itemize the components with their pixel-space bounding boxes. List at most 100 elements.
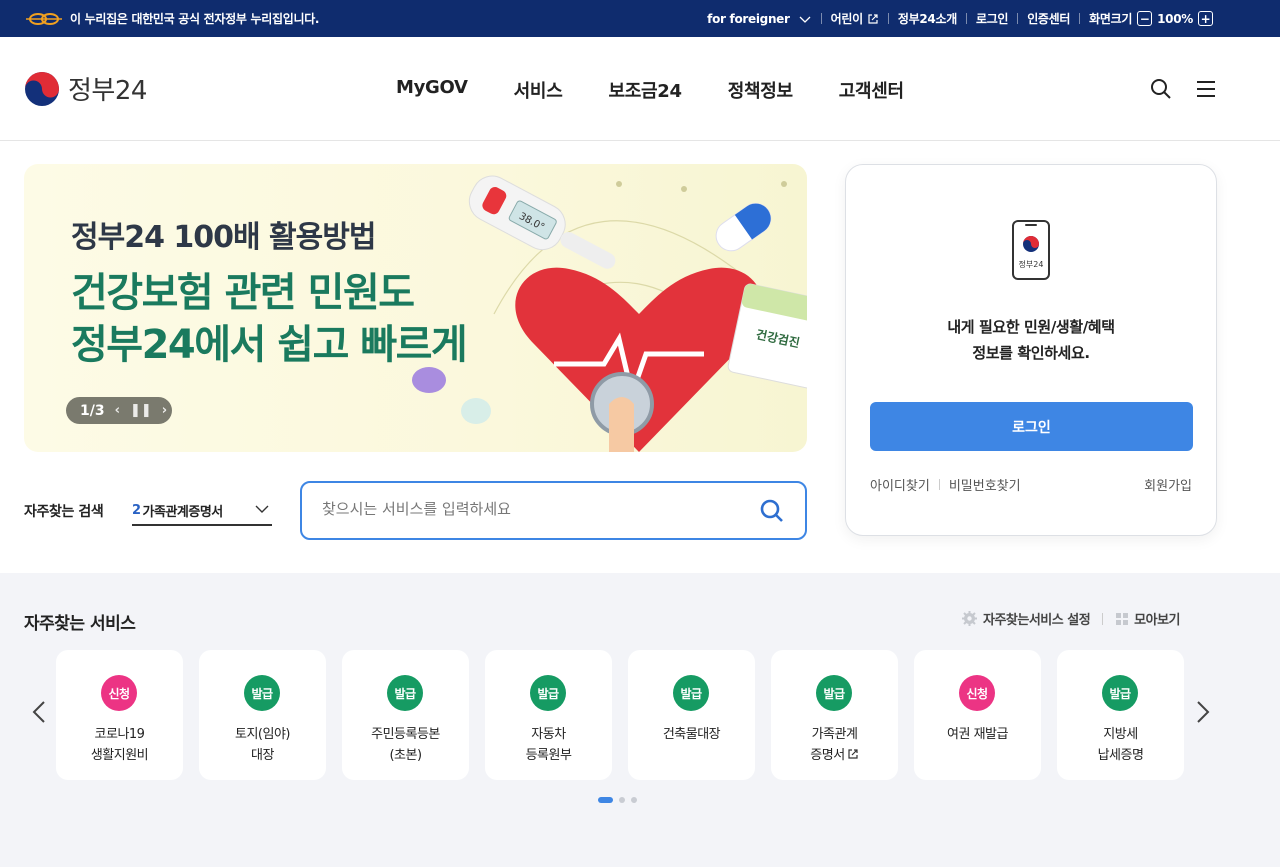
top-login-link[interactable]: 로그인 (975, 10, 1009, 27)
service-card-label-line2: 등록원부 (525, 748, 572, 763)
main-banner[interactable]: 38.0° 건강검진 정부24 100배 활용방법 건강보험 관련 민원도 정부… (24, 164, 807, 452)
kids-label: 어린이 (830, 12, 864, 26)
mobile-gov24-icon: 정부24 (1012, 220, 1050, 280)
apply-badge: 신청 (959, 675, 995, 711)
utility-links: for foreigner 어린이 정부24소개 로그인 인증센터 화면크기 −… (707, 10, 1218, 27)
next-slide-icon[interactable]: › (162, 403, 167, 418)
about-label: 정부24소개 (897, 12, 957, 26)
nav-policy-info[interactable]: 정책정보 (728, 77, 793, 103)
frequent-search-select[interactable]: 2 가족관계증명서 (132, 496, 272, 526)
service-card-label-line1: 건축물대장 (662, 727, 721, 742)
gov-notice[interactable]: 이 누리집은 대한민국 공식 전자정부 누리집입니다. (24, 10, 320, 27)
issue-badge: 발급 (244, 675, 280, 711)
service-card-label-line2: 대장 (251, 748, 274, 763)
zoom-in-button[interactable]: + (1198, 11, 1213, 26)
services-tools: 자주찾는서비스 설정 모아보기 (961, 609, 1180, 628)
banner-subtitle: 정부24 100배 활용방법 (71, 220, 376, 255)
site-header: 정부24 MyGOV 서비스 보조금24 정책정보 고객센터 (0, 37, 1280, 141)
pause-icon[interactable]: ❚❚ (130, 403, 152, 418)
search-submit-icon[interactable] (759, 498, 785, 524)
banner-counter: 1/3 (80, 402, 105, 419)
chevron-left-icon[interactable] (30, 699, 48, 725)
thermometer-illustration: 38.0° (468, 175, 616, 269)
service-card-land-register[interactable]: 발급 토지(임야) 대장 (199, 650, 326, 780)
main-nav: MyGOV 서비스 보조금24 정책정보 고객센터 (396, 77, 950, 103)
banner-controls: 1/3 ‹ ❚❚ › (66, 397, 172, 424)
brand-logo[interactable]: 정부24 (24, 70, 147, 107)
services-title: 자주찾는 서비스 (24, 614, 136, 634)
service-card-label: 여권 재발급 (914, 724, 1041, 745)
service-cards: 신청 코로나19 생활지원비 발급 토지(임야) 대장 발급 주민등록등본 (초… (56, 650, 1200, 780)
service-card-label-line2: 증명서 (771, 745, 898, 766)
service-card-family-certificate[interactable]: 발급 가족관계 증명서 (771, 650, 898, 780)
gear-icon (961, 611, 977, 626)
view-all-link[interactable]: 모아보기 (1115, 609, 1180, 628)
service-card-label: 건축물대장 (628, 724, 755, 745)
find-password-link[interactable]: 비밀번호찾기 (949, 475, 1021, 494)
service-card-covid-support[interactable]: 신청 코로나19 생활지원비 (56, 650, 183, 780)
top-login-label: 로그인 (975, 12, 1009, 26)
service-card-label-line2: 납세증명 (1097, 748, 1144, 763)
login-button[interactable]: 로그인 (870, 402, 1193, 451)
brand-name: 정부24 (68, 76, 147, 106)
prev-slide-icon[interactable]: ‹ (115, 403, 120, 418)
nav-subsidy24[interactable]: 보조금24 (608, 77, 682, 103)
apply-badge: 신청 (101, 675, 137, 711)
service-card-label-line1: 지방세 (1103, 727, 1138, 742)
login-message-2: 정보를 확인하세요. (972, 344, 1090, 362)
about-link[interactable]: 정부24소개 (898, 10, 957, 27)
frequent-search-label: 자주찾는 검색 (24, 504, 104, 520)
service-card-resident-registration[interactable]: 발급 주민등록등본 (초본) (342, 650, 469, 780)
issue-badge: 발급 (673, 675, 709, 711)
external-link-icon (868, 13, 878, 24)
login-message-1: 내게 필요한 민원/생활/혜택 (947, 318, 1115, 336)
service-card-label-line1: 가족관계 (811, 727, 858, 742)
service-card-label: 지방세 납세증명 (1057, 724, 1184, 766)
frequent-search-value: 가족관계증명서 (142, 504, 224, 520)
login-card: 정부24 내게 필요한 민원/생활/혜택 정보를 확인하세요. 로그인 아이디찾… (845, 164, 1217, 536)
nav-mygov[interactable]: MyGOV (396, 77, 468, 103)
issue-badge: 발급 (1102, 675, 1138, 711)
external-link-icon (848, 749, 858, 759)
taegeuk-icon (25, 71, 59, 106)
chevron-down-icon (255, 505, 269, 513)
service-card-label-line1: 여권 재발급 (947, 727, 1008, 742)
chevron-down-icon (799, 16, 811, 23)
search-box (300, 481, 807, 540)
service-card-local-tax-certificate[interactable]: 발급 지방세 납세증명 (1057, 650, 1184, 780)
signup-link[interactable]: 회원가입 (1144, 475, 1192, 494)
zoom-out-button[interactable]: − (1137, 11, 1153, 26)
page-dot[interactable] (619, 797, 625, 803)
service-card-label-line2: 생활지원비 (90, 748, 149, 763)
search-input[interactable] (322, 500, 742, 518)
service-card-building-register[interactable]: 발급 건축물대장 (628, 650, 755, 780)
issue-badge: 발급 (816, 675, 852, 711)
account-links: 아이디찾기 비밀번호찾기 (870, 475, 1021, 494)
page-dot-active[interactable] (598, 797, 613, 803)
svg-text:정부24: 정부24 (1019, 259, 1044, 269)
issue-badge: 발급 (387, 675, 423, 711)
find-id-link[interactable]: 아이디찾기 (870, 475, 930, 494)
service-card-label: 토지(임야) 대장 (199, 724, 326, 766)
cert-center-link[interactable]: 인증센터 (1027, 10, 1070, 27)
page-dot[interactable] (631, 797, 637, 803)
search-icon[interactable] (1149, 77, 1173, 101)
banner-headline-2: 정부24에서 쉽고 빠르게 (71, 322, 468, 368)
view-all-label: 모아보기 (1134, 613, 1180, 628)
service-card-label: 주민등록등본 (초본) (342, 724, 469, 766)
service-card-label-line1: 자동차 (531, 727, 566, 742)
service-card-passport-reissue[interactable]: 신청 여권 재발급 (914, 650, 1041, 780)
nav-services[interactable]: 서비스 (514, 77, 563, 103)
menu-icon[interactable] (1194, 77, 1218, 101)
service-card-vehicle-register[interactable]: 발급 자동차 등록원부 (485, 650, 612, 780)
nav-customer-center[interactable]: 고객센터 (839, 77, 904, 103)
carousel-pagination (598, 797, 637, 803)
grid-icon (1116, 612, 1129, 625)
service-card-label: 가족관계 증명서 (771, 724, 898, 766)
zoom-label: 화면크기 (1089, 12, 1133, 26)
services-settings-link[interactable]: 자주찾는서비스 설정 (961, 609, 1091, 628)
kids-link[interactable]: 어린이 (831, 10, 879, 27)
gov-notice-text: 이 누리집은 대한민국 공식 전자정부 누리집입니다. (70, 12, 320, 26)
service-card-label: 자동차 등록원부 (485, 724, 612, 766)
for-foreigner-link[interactable]: for foreigner (707, 12, 812, 26)
